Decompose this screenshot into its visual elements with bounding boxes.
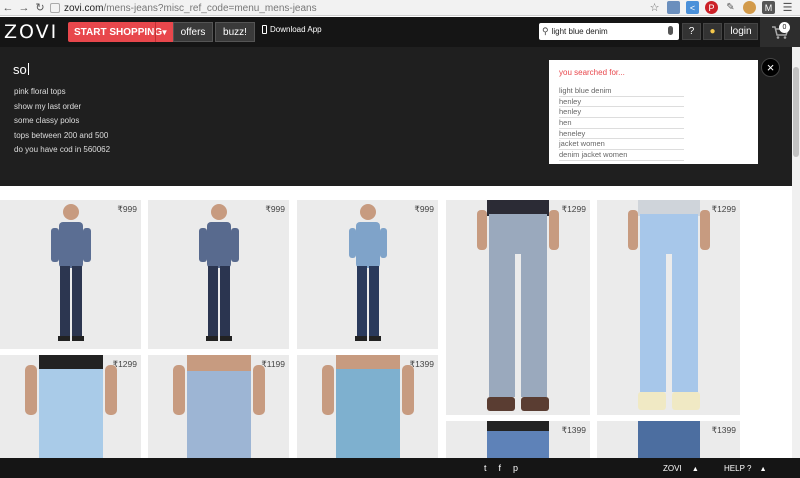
social-links: t f p [484,463,518,473]
gmail-icon[interactable]: M [762,1,775,14]
footer-bar: t f p ZOVI ▲ HELP ? ▲ [0,458,800,478]
product-card[interactable]: ₹1199 [148,355,289,458]
product-image [50,204,91,341]
history-item[interactable]: denim jacket women [559,150,684,161]
product-image [487,421,549,458]
facebook-icon[interactable]: f [499,463,502,473]
product-card[interactable]: ₹999 [297,200,438,349]
zovi-logo[interactable]: ZOVI [4,21,58,43]
product-price: ₹1299 [711,204,736,214]
product-image [627,200,710,410]
product-price: ₹999 [117,204,137,214]
offers-button[interactable]: offers [173,22,213,42]
page-scrollbar[interactable] [792,47,800,458]
mic-icon[interactable] [668,26,673,35]
chevron-up-icon: ▲ [691,466,699,473]
reload-icon[interactable]: ↻ [32,0,48,16]
bulb-icon[interactable]: ● [703,23,722,40]
menu-icon[interactable]: ☰ [781,1,794,14]
suggestion-item[interactable]: do you have cod in 560062 [14,143,110,158]
pinterest-icon[interactable]: p [513,463,518,473]
download-app-label: Download App [270,25,322,34]
product-price: ₹1299 [561,204,586,214]
product-card[interactable]: ₹1399 [597,421,740,458]
product-price: ₹999 [265,204,285,214]
suggestion-item[interactable]: some classy polos [14,114,110,129]
site-header: ZOVI START SHOPPING ▼ offers buzz! Downl… [0,17,800,47]
typed-query-text: so [13,62,27,77]
download-app-link[interactable]: Download App [262,25,322,34]
product-card[interactable]: ₹1299 [597,200,740,415]
suggestion-list: pink floral tops show my last order some… [14,85,110,158]
product-price: ₹1399 [561,425,586,435]
history-item[interactable]: hen [559,118,684,129]
search-input[interactable] [551,27,662,36]
product-grid: ₹999 ₹999 ₹999 ₹1299 ₹1299 ₹1299 ₹1199 ₹… [0,200,760,458]
suggestion-item[interactable]: tops between 200 and 500 [14,129,110,144]
code-icon[interactable]: < [686,1,699,14]
pen-icon[interactable]: ✎ [724,1,737,14]
browser-toolbar: ← → ↻ zovi.com/mens-jeans?misc_ref_code=… [0,0,800,16]
phone-icon [262,25,267,34]
search-history-list: light blue denim henley henley hen henel… [559,86,748,161]
cart-button[interactable]: 0 [760,17,800,47]
forward-icon[interactable]: → [16,0,32,16]
history-item[interactable]: henley [559,107,684,119]
cookie-icon[interactable] [743,1,756,14]
footer-brand-menu[interactable]: ZOVI ▲ [663,464,699,473]
product-image [172,355,265,458]
product-price: ₹999 [414,204,434,214]
footer-help-menu[interactable]: HELP ? ▲ [724,464,767,473]
search-overlay: so pink floral tops show my last order s… [0,47,800,186]
product-image [198,204,239,341]
screen-share-icon[interactable] [667,1,680,14]
product-image [24,355,117,458]
page-icon [50,3,60,13]
search-box[interactable]: ⚲ [539,23,679,40]
history-item[interactable]: heneley [559,129,684,140]
product-image [348,204,387,341]
history-item[interactable]: light blue denim [559,86,684,97]
text-cursor [27,63,29,75]
close-icon[interactable]: × [761,58,780,77]
product-card[interactable]: ₹1399 [297,355,438,458]
product-image [637,421,700,458]
product-price: ₹1399 [711,425,736,435]
scrollbar-thumb[interactable] [793,67,799,157]
extension-icons: ☆ < P ✎ M ☰ [648,1,794,14]
search-history-panel: you searched for... light blue denim hen… [549,60,758,164]
product-card[interactable]: ₹1299 [446,200,590,415]
buzz-button[interactable]: buzz! [215,22,255,42]
search-icon: ⚲ [542,26,549,36]
address-bar[interactable]: zovi.com/mens-jeans?misc_ref_code=menu_m… [50,1,675,15]
product-card[interactable]: ₹1299 [0,355,141,458]
product-image [477,200,559,411]
typed-query[interactable]: so [13,62,29,77]
product-card[interactable]: ₹999 [148,200,289,349]
start-shopping-button[interactable]: START SHOPPING ▼ [68,22,173,42]
cart-count-badge: 0 [779,22,790,33]
history-item[interactable]: henley [559,97,684,108]
star-icon[interactable]: ☆ [648,1,661,14]
suggestion-item[interactable]: show my last order [14,100,110,115]
chevron-down-icon[interactable]: ▼ [155,22,173,42]
chevron-up-icon: ▲ [759,466,767,473]
suggestion-item[interactable]: pink floral tops [14,85,110,100]
start-shopping-label: START SHOPPING [74,26,163,38]
product-card[interactable]: ₹1399 [446,421,590,458]
product-card[interactable]: ₹999 [0,200,141,349]
history-item[interactable]: jacket women [559,139,684,151]
footer-help-label: HELP ? [724,464,752,473]
twitter-icon[interactable]: t [484,463,487,473]
search-history-title: you searched for... [559,68,625,77]
url-text: zovi.com/mens-jeans?misc_ref_code=menu_m… [64,2,317,14]
product-image [321,355,414,458]
back-icon[interactable]: ← [0,0,16,16]
pinterest-icon[interactable]: P [705,1,718,14]
login-button[interactable]: login [724,23,758,40]
help-button[interactable]: ? [682,23,701,40]
footer-brand-label: ZOVI [663,464,682,473]
